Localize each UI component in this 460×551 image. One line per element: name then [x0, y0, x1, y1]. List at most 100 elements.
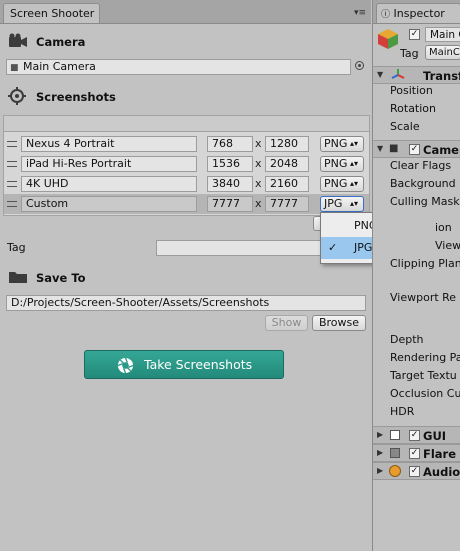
flare-layer-title: Flare [423, 447, 457, 461]
camera-header: Camera [36, 35, 86, 49]
target-texture-label: Target Textu [390, 369, 457, 382]
enabled-checkbox[interactable]: ✓ [409, 448, 420, 459]
browse-button[interactable]: Browse [312, 315, 366, 331]
flare-layer-component-header[interactable]: ▶ ✓ Flare [373, 444, 460, 462]
drag-handle-icon[interactable] [7, 181, 17, 187]
popup-arrow-icon: ▴▾ [349, 179, 358, 188]
foldout-arrow-icon[interactable]: ▶ [377, 430, 383, 439]
rotation-label: Rotation [390, 102, 437, 115]
height-field[interactable]: 1280 [265, 136, 309, 152]
camera-object-field[interactable]: ■ Main Camera [6, 59, 351, 75]
width-field[interactable]: 7777 [207, 196, 253, 212]
camera-component-header[interactable]: ▼ ■ ✓ Camer [373, 140, 460, 158]
times-separator: x [255, 197, 262, 210]
show-button[interactable]: Show [265, 315, 308, 331]
enabled-checkbox[interactable]: ✓ [409, 466, 420, 477]
tab-title: Screen Shooter [10, 7, 95, 20]
tab-screen-shooter[interactable]: Screen Shooter [3, 3, 100, 23]
tab-title: Inspector [393, 7, 445, 20]
rendering-path-label: Rendering Pa [390, 351, 460, 364]
audio-listener-title: Audio [423, 465, 460, 479]
viewport-rect-label: Viewport Re [390, 291, 457, 304]
camera-icon: ■ [389, 143, 399, 154]
tag-dropdown[interactable]: MainC [425, 45, 460, 60]
format-value: PNG [324, 137, 348, 150]
tag-label: Tag [400, 47, 419, 60]
audio-listener-component-header[interactable]: ▶ ✓ Audio [373, 462, 460, 480]
active-checkbox[interactable]: ✓ [409, 29, 420, 40]
transform-icon [391, 68, 405, 85]
format-value: PNG [324, 157, 348, 170]
times-separator: x [255, 177, 262, 190]
camera-icon [8, 33, 28, 52]
height-field[interactable]: 2048 [265, 156, 309, 172]
times-separator: x [255, 137, 262, 150]
enabled-checkbox[interactable]: ✓ [409, 430, 420, 441]
screenshot-list-header [3, 115, 370, 132]
foldout-arrow-icon[interactable]: ▶ [377, 448, 383, 457]
resolution-name-field[interactable]: Nexus 4 Portrait [21, 136, 197, 152]
drag-handle-icon[interactable] [7, 201, 17, 207]
gameobject-cube-icon [377, 28, 399, 53]
height-field[interactable]: 7777 [265, 196, 309, 212]
occlusion-culling-label: Occlusion Cu [390, 387, 460, 400]
window-menu-icon[interactable]: ▾≡ [354, 8, 366, 18]
info-icon: ⓘ [381, 10, 391, 20]
object-picker-icon[interactable] [355, 61, 364, 70]
times-separator: x [255, 157, 262, 170]
tab-inspector[interactable]: ⓘ Inspector [376, 3, 460, 23]
checkmark-icon: ✓ [328, 241, 338, 254]
flare-layer-icon [390, 448, 400, 458]
popup-arrow-icon: ▴▾ [349, 139, 358, 148]
width-field[interactable]: 3840 [207, 176, 253, 192]
save-path-field[interactable]: D:/Projects/Screen-Shooter/Assets/Screen… [6, 295, 366, 311]
popup-arrow-icon: ▴▾ [349, 159, 358, 168]
scale-label: Scale [390, 120, 420, 133]
resolution-name-field[interactable]: 4K UHD [21, 176, 197, 192]
camera-title: Camer [423, 143, 460, 157]
take-screenshots-label: Take Screenshots [144, 357, 253, 372]
width-field[interactable]: 1536 [207, 156, 253, 172]
format-popup[interactable]: PNG ▴▾ [320, 156, 364, 172]
depth-label: Depth [390, 333, 424, 346]
clear-flags-label: Clear Flags [390, 159, 452, 172]
position-label: Position [390, 84, 433, 97]
transform-title: Transf [423, 69, 460, 83]
width-field[interactable]: 768 [207, 136, 253, 152]
popup-arrow-icon: ▴▾ [349, 199, 358, 208]
crosshair-icon [8, 87, 26, 108]
culling-mask-label: Culling Mask [390, 195, 460, 208]
object-name-field[interactable]: Main C [425, 27, 460, 42]
folder-icon [8, 270, 28, 287]
resolution-name-field[interactable]: Custom [21, 196, 197, 212]
screenshots-header: Screenshots [36, 90, 116, 104]
camera-field-value: Main Camera [23, 60, 96, 73]
tag-label: Tag [7, 241, 26, 254]
camera-small-icon: ■ [10, 63, 19, 73]
field-of-view-label-partial: View [435, 239, 460, 252]
height-field[interactable]: 2160 [265, 176, 309, 192]
foldout-arrow-icon[interactable]: ▼ [377, 70, 383, 79]
take-screenshots-button[interactable]: Take Screenshots [84, 350, 284, 379]
format-value: PNG [324, 177, 348, 190]
format-popup[interactable]: PNG ▴▾ [320, 176, 364, 192]
inspector-window: ⓘ Inspector ✓ Main C Tag MainC ▼ Transf … [372, 0, 460, 551]
hdr-label: HDR [390, 405, 415, 418]
drag-handle-icon[interactable] [7, 161, 17, 167]
gui-layer-icon [390, 430, 400, 440]
format-value: JPG [324, 197, 343, 210]
enabled-checkbox[interactable]: ✓ [409, 144, 420, 155]
foldout-arrow-icon[interactable]: ▼ [377, 144, 383, 153]
camera-aperture-icon [117, 356, 134, 383]
drag-handle-icon[interactable] [7, 141, 17, 147]
gui-layer-component-header[interactable]: ▶ ✓ GUI La [373, 426, 460, 457]
audio-listener-icon [389, 465, 401, 477]
transform-component-header[interactable]: ▼ Transf [373, 66, 460, 84]
format-popup-open[interactable]: JPG ▴▾ [320, 196, 364, 212]
foldout-arrow-icon[interactable]: ▶ [377, 466, 383, 475]
clipping-planes-label: Clipping Plan [390, 257, 460, 270]
background-label: Background [390, 177, 456, 190]
format-popup[interactable]: PNG ▴▾ [320, 136, 364, 152]
menu-item-label: JPG [354, 241, 373, 254]
resolution-name-field[interactable]: iPad Hi-Res Portrait [21, 156, 197, 172]
